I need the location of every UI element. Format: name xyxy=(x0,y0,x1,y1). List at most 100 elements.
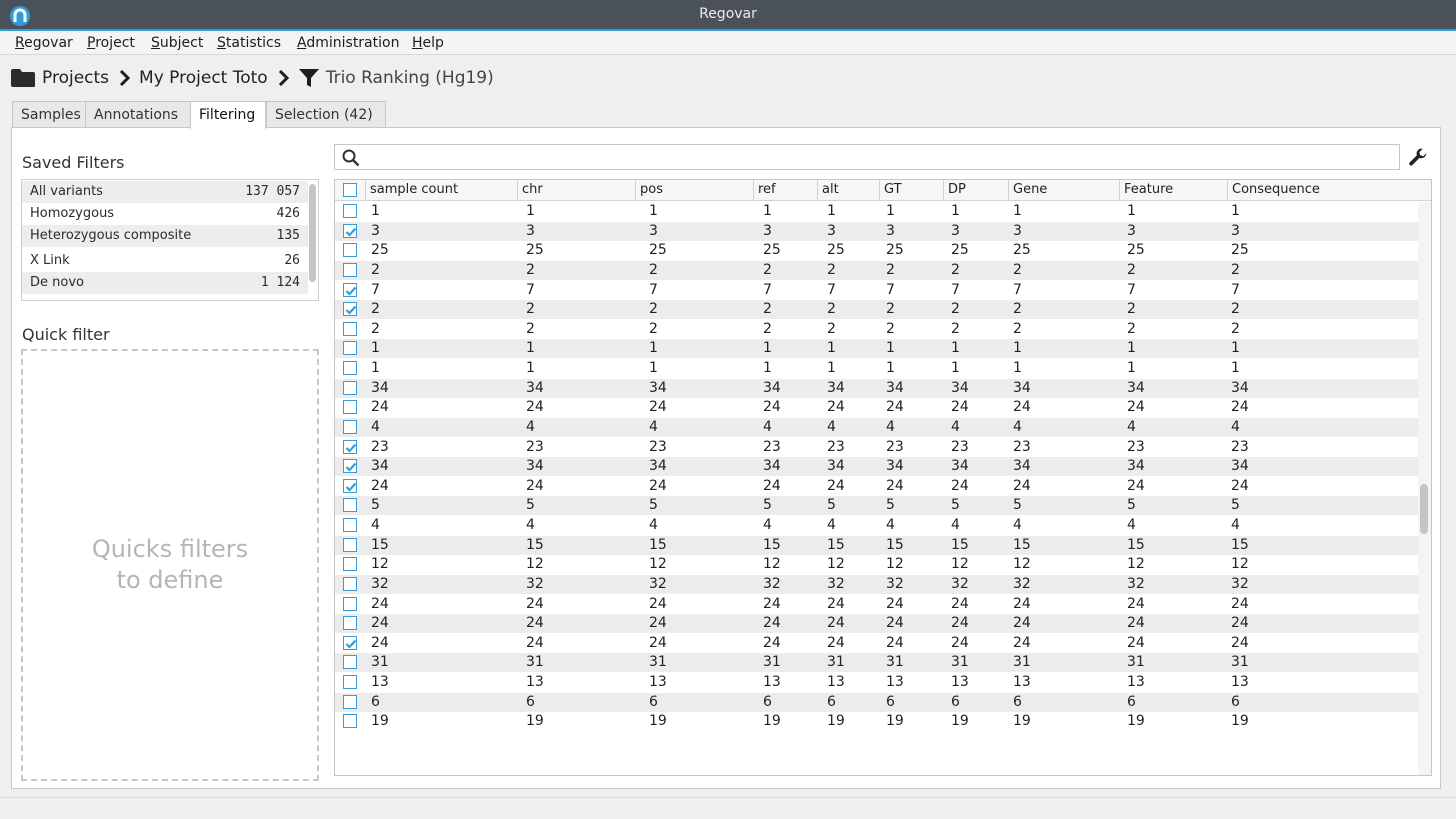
cell-ref: 3 xyxy=(763,223,772,239)
table-row[interactable]: 1 1 1 1 1 1 1 1 1 1 xyxy=(335,339,1418,358)
column-header-consequence[interactable]: Consequence xyxy=(1227,180,1431,201)
table-row[interactable]: 1 1 1 1 1 1 1 1 1 1 xyxy=(335,202,1418,221)
row-checkbox[interactable] xyxy=(343,538,357,552)
table-row[interactable]: 31 31 31 31 31 31 31 31 31 31 xyxy=(335,653,1418,672)
table-row[interactable]: 24 24 24 24 24 24 24 24 24 24 xyxy=(335,634,1418,653)
table-row[interactable]: 1 1 1 1 1 1 1 1 1 1 xyxy=(335,359,1418,378)
row-checkbox[interactable] xyxy=(343,341,357,355)
column-header-pos[interactable]: pos xyxy=(635,180,753,201)
row-checkbox[interactable] xyxy=(343,459,357,473)
row-checkbox[interactable] xyxy=(343,597,357,611)
table-row[interactable]: 23 23 23 23 23 23 23 23 23 23 xyxy=(335,438,1418,457)
row-checkbox[interactable] xyxy=(343,361,357,375)
menu-subject[interactable]: Subject xyxy=(151,35,203,51)
saved-filter-item[interactable]: Homozygous 426 xyxy=(22,203,308,225)
table-row[interactable]: 2 2 2 2 2 2 2 2 2 2 xyxy=(335,320,1418,339)
cell-dp: 1 xyxy=(951,360,960,376)
menu-administration[interactable]: Administration xyxy=(297,35,399,51)
saved-filter-item[interactable]: All variants 137 057 xyxy=(22,181,308,203)
cell-sample-count: 12 xyxy=(371,556,389,572)
column-header-gt[interactable]: GT xyxy=(879,180,943,201)
table-row[interactable]: 3 3 3 3 3 3 3 3 3 3 xyxy=(335,222,1418,241)
row-checkbox[interactable] xyxy=(343,636,357,650)
table-row[interactable]: 34 34 34 34 34 34 34 34 34 34 xyxy=(335,457,1418,476)
row-checkbox[interactable] xyxy=(343,655,357,669)
row-checkbox[interactable] xyxy=(343,283,357,297)
table-row[interactable]: 19 19 19 19 19 19 19 19 19 19 xyxy=(335,712,1418,731)
breadcrumb-label: Trio Ranking (Hg19) xyxy=(325,68,494,88)
table-row[interactable]: 2 2 2 2 2 2 2 2 2 2 xyxy=(335,261,1418,280)
cell-ref: 19 xyxy=(763,713,781,729)
table-row[interactable]: 4 4 4 4 4 4 4 4 4 4 xyxy=(335,418,1418,437)
row-checkbox[interactable] xyxy=(343,243,357,257)
saved-filters-scrollbar[interactable] xyxy=(309,184,316,282)
row-checkbox[interactable] xyxy=(343,381,357,395)
row-checkbox[interactable] xyxy=(343,714,357,728)
column-header-alt[interactable]: alt xyxy=(817,180,879,201)
row-checkbox[interactable] xyxy=(343,557,357,571)
tab-selection[interactable]: Selection (42) xyxy=(266,101,386,128)
table-row[interactable]: 24 24 24 24 24 24 24 24 24 24 xyxy=(335,477,1418,496)
table-row[interactable]: 5 5 5 5 5 5 5 5 5 5 xyxy=(335,496,1418,515)
row-checkbox[interactable] xyxy=(343,322,357,336)
column-header-sample-count[interactable]: sample count xyxy=(365,180,517,201)
row-checkbox[interactable] xyxy=(343,479,357,493)
saved-filter-item[interactable]: X Link 26 xyxy=(22,250,308,272)
table-row[interactable]: 4 4 4 4 4 4 4 4 4 4 xyxy=(335,516,1418,535)
row-checkbox[interactable] xyxy=(343,498,357,512)
row-checkbox[interactable] xyxy=(343,400,357,414)
row-checkbox[interactable] xyxy=(343,420,357,434)
row-checkbox[interactable] xyxy=(343,577,357,591)
menu-statistics[interactable]: Statistics xyxy=(217,35,281,51)
table-row[interactable]: 24 24 24 24 24 24 24 24 24 24 xyxy=(335,614,1418,633)
saved-filter-item[interactable]: De novo 1 124 xyxy=(22,272,308,294)
breadcrumb-project[interactable]: My Project Toto xyxy=(139,68,298,88)
row-checkbox[interactable] xyxy=(343,204,357,218)
table-row[interactable]: 12 12 12 12 12 12 12 12 12 12 xyxy=(335,555,1418,574)
table-scrollbar-thumb[interactable] xyxy=(1420,484,1428,534)
row-checkbox[interactable] xyxy=(343,675,357,689)
menu-project[interactable]: Project xyxy=(87,35,135,51)
table-row[interactable]: 34 34 34 34 34 34 34 34 34 34 xyxy=(335,379,1418,398)
tab-samples[interactable]: Samples xyxy=(12,101,86,128)
column-header-chr[interactable]: chr xyxy=(517,180,635,201)
select-all-checkbox[interactable] xyxy=(343,183,357,197)
wrench-icon[interactable] xyxy=(1408,147,1428,167)
table-header: sample count chr pos ref alt GT DP Gene … xyxy=(335,180,1431,201)
search-box[interactable] xyxy=(334,144,1400,170)
cell-dp: 2 xyxy=(951,321,960,337)
table-scrollbar[interactable] xyxy=(1418,202,1431,775)
column-header-gene[interactable]: Gene xyxy=(1008,180,1119,201)
menu-regovar[interactable]: Regovar xyxy=(15,35,73,51)
cell-alt: 24 xyxy=(827,478,845,494)
table-row[interactable]: 15 15 15 15 15 15 15 15 15 15 xyxy=(335,536,1418,555)
row-checkbox[interactable] xyxy=(343,616,357,630)
cell-consequence: 1 xyxy=(1231,203,1240,219)
tab-filtering[interactable]: Filtering xyxy=(190,101,266,129)
table-row[interactable]: 25 25 25 25 25 25 25 25 25 25 xyxy=(335,241,1418,260)
row-checkbox[interactable] xyxy=(343,302,357,316)
row-checkbox[interactable] xyxy=(343,224,357,238)
row-checkbox[interactable] xyxy=(343,263,357,277)
table-row[interactable]: 24 24 24 24 24 24 24 24 24 24 xyxy=(335,595,1418,614)
cell-consequence: 24 xyxy=(1231,478,1249,494)
column-header-dp[interactable]: DP xyxy=(943,180,1008,201)
tab-annotations[interactable]: Annotations xyxy=(85,101,191,128)
table-row[interactable]: 32 32 32 32 32 32 32 32 32 32 xyxy=(335,575,1418,594)
column-header-ref[interactable]: ref xyxy=(753,180,817,201)
table-row[interactable]: 2 2 2 2 2 2 2 2 2 2 xyxy=(335,300,1418,319)
column-header-feature[interactable]: Feature xyxy=(1119,180,1227,201)
table-row[interactable]: 6 6 6 6 6 6 6 6 6 6 xyxy=(335,693,1418,712)
row-checkbox[interactable] xyxy=(343,695,357,709)
table-row[interactable]: 24 24 24 24 24 24 24 24 24 24 xyxy=(335,398,1418,417)
search-input[interactable] xyxy=(365,147,1395,167)
row-checkbox[interactable] xyxy=(343,440,357,454)
menu-help[interactable]: Help xyxy=(412,35,444,51)
breadcrumb-projects[interactable]: Projects xyxy=(10,68,139,88)
saved-filter-item[interactable]: Heterozygous composite 135 xyxy=(22,225,308,247)
row-checkbox[interactable] xyxy=(343,518,357,532)
cell-feature: 24 xyxy=(1127,478,1145,494)
table-row[interactable]: 7 7 7 7 7 7 7 7 7 7 xyxy=(335,281,1418,300)
cell-dp: 1 xyxy=(951,203,960,219)
table-row[interactable]: 13 13 13 13 13 13 13 13 13 13 xyxy=(335,673,1418,692)
